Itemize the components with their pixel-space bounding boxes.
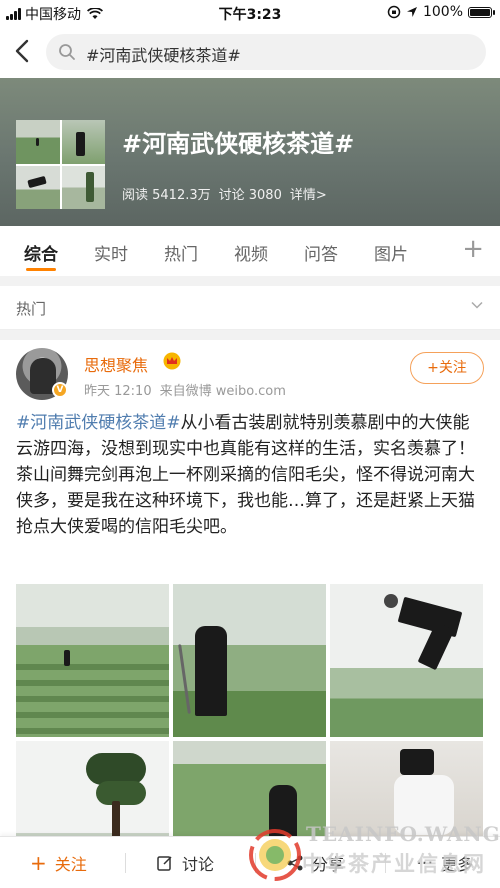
active-tab-indicator [26, 268, 56, 271]
topic-title: #河南武侠硬核茶道# [122, 130, 355, 158]
vip-crown-icon [163, 352, 181, 370]
watermark-logo-icon [249, 829, 301, 881]
bottom-follow-button[interactable]: + 关注 [30, 851, 87, 875]
tab-video[interactable]: 视频 [234, 240, 268, 265]
rotation-lock-icon [387, 5, 401, 19]
post-time: 昨天 12:10 [84, 384, 152, 399]
search-input[interactable]: #河南武侠硬核茶道# [46, 34, 486, 70]
post-image-tea-rows[interactable] [16, 584, 169, 737]
topic-header: #河南武侠硬核茶道# 阅读 5412.3万 讨论 3080 详情> [0, 78, 500, 226]
thumb-tree [61, 165, 105, 209]
search-icon [59, 44, 75, 60]
post-meta: 昨天 12:10 来自微博 weibo.com [84, 380, 286, 399]
topic-stats: 阅读 5412.3万 讨论 3080 详情> [122, 184, 327, 203]
topic-thumbnail [16, 120, 105, 209]
chevron-down-icon[interactable] [470, 298, 484, 312]
tab-realtime[interactable]: 实时 [94, 240, 128, 265]
topic-reads: 阅读 5412.3万 [122, 188, 211, 203]
divider [0, 330, 500, 340]
plus-icon: + [30, 851, 47, 875]
watermark-domain: TEAINFO.WANG [306, 822, 500, 846]
add-tab-icon[interactable]: + [462, 234, 484, 264]
post-body: #河南武侠硬核茶道#从小看古装剧就特别羡慕剧中的大侠能云游四海，没想到现实中也真… [16, 410, 486, 540]
edit-icon [157, 856, 172, 871]
battery-icon [468, 6, 495, 18]
tab-hot[interactable]: 热门 [164, 240, 198, 265]
thumb-tea-field [16, 120, 60, 164]
bottom-follow-label: 关注 [54, 855, 87, 874]
section-header[interactable]: 热门 [0, 286, 500, 330]
status-right: 100% [387, 4, 495, 20]
watermark-site-name: 中华茶产业信息网 [302, 852, 486, 876]
battery-percent: 100% [422, 4, 463, 20]
post-source: 来自微博 weibo.com [159, 384, 286, 399]
thumb-swordsman [61, 120, 105, 164]
separator [125, 853, 126, 873]
weibo-post: V 思想聚焦 昨天 12:10 来自微博 weibo.com +关注 #河南武侠… [0, 340, 500, 888]
location-icon [406, 7, 417, 17]
follow-button[interactable]: +关注 [410, 352, 484, 384]
search-query: #河南武侠硬核茶道# [86, 46, 241, 65]
bottom-comment-label: 讨论 [182, 855, 215, 874]
thumb-leaping-man [16, 165, 60, 209]
tab-bar: 综合 实时 热门 视频 问答 图片 + [0, 226, 500, 276]
post-hashtag-link[interactable]: #河南武侠硬核茶道# [16, 413, 181, 433]
topic-detail-link[interactable]: 详情> [290, 184, 327, 203]
tab-qa[interactable]: 问答 [304, 240, 338, 265]
topic-discussions: 讨论 3080 [218, 188, 282, 203]
watermark: TEAINFO.WANG 中华茶产业信息网 [246, 820, 500, 888]
tab-comprehensive[interactable]: 综合 [24, 240, 58, 265]
divider [0, 276, 500, 286]
author-name[interactable]: 思想聚焦 [84, 352, 148, 376]
back-icon[interactable] [10, 38, 36, 64]
bottom-comment-button[interactable]: 讨论 [156, 851, 214, 875]
nav-bar: #河南武侠硬核茶道# [0, 26, 500, 78]
post-image-swordsman[interactable] [173, 584, 326, 737]
section-title: 热门 [16, 300, 47, 318]
verified-badge-icon: V [52, 382, 68, 398]
image-grid [16, 584, 484, 888]
tab-images[interactable]: 图片 [374, 240, 408, 265]
status-bar: 中国移动 下午3:23 100% [0, 0, 500, 26]
post-image-leaping-man[interactable] [330, 584, 483, 737]
